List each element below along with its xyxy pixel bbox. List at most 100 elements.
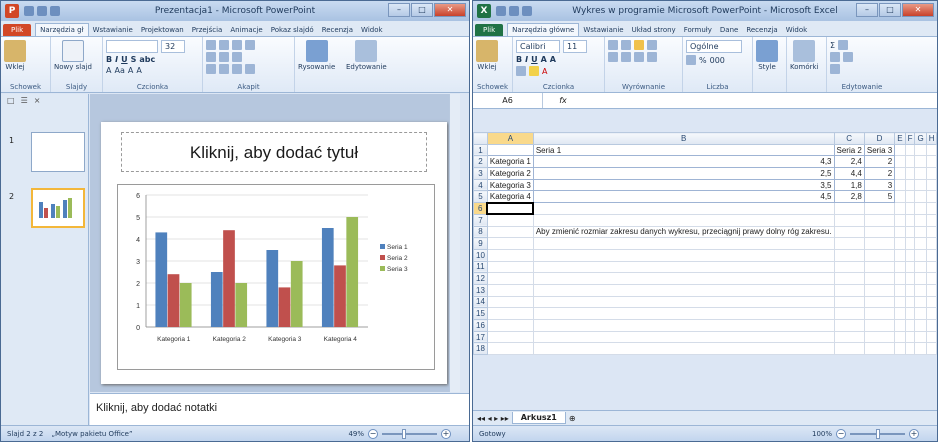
cell[interactable] bbox=[894, 237, 906, 250]
zoom-level[interactable]: 49% bbox=[348, 430, 364, 438]
cell[interactable]: 2,5 bbox=[532, 167, 835, 180]
cell[interactable] bbox=[904, 167, 916, 180]
cell[interactable] bbox=[532, 295, 835, 309]
borders-icon[interactable] bbox=[516, 66, 526, 76]
change-case-button[interactable]: Aa bbox=[114, 66, 124, 75]
shadow-button[interactable]: S bbox=[131, 55, 137, 64]
cell[interactable]: 1,8 bbox=[833, 178, 865, 192]
cell[interactable] bbox=[914, 248, 927, 262]
cell[interactable] bbox=[925, 283, 937, 297]
cell[interactable] bbox=[925, 237, 937, 250]
cell[interactable] bbox=[925, 143, 937, 157]
row-header[interactable]: 15 bbox=[473, 307, 488, 320]
cell[interactable] bbox=[894, 342, 906, 356]
font-name-box[interactable]: Calibri bbox=[516, 40, 560, 53]
fill-color-icon[interactable] bbox=[529, 66, 539, 76]
name-box[interactable]: A6 bbox=[473, 93, 543, 108]
formula-input[interactable] bbox=[583, 93, 937, 108]
tab-review[interactable]: Recenzja bbox=[742, 24, 781, 36]
bold-button[interactable]: B bbox=[106, 55, 112, 64]
bar-2-4[interactable] bbox=[334, 265, 346, 327]
bar-3-1[interactable] bbox=[179, 283, 192, 327]
row-header[interactable]: 17 bbox=[473, 330, 488, 344]
cell-table[interactable]: ABCDEFGHI1Seria 1Seria 2Seria 32Kategori… bbox=[473, 132, 937, 356]
cell[interactable] bbox=[486, 143, 534, 157]
cell[interactable]: 4,4 bbox=[833, 167, 865, 180]
font-color-button[interactable]: A bbox=[106, 66, 111, 75]
zoom-out-icon[interactable]: − bbox=[836, 429, 846, 439]
cell[interactable] bbox=[486, 330, 534, 344]
bar-1-2[interactable] bbox=[210, 272, 223, 327]
cell[interactable] bbox=[904, 237, 916, 250]
grow-font-button[interactable]: A bbox=[128, 66, 133, 75]
cell[interactable] bbox=[863, 342, 896, 356]
align-middle-icon[interactable] bbox=[621, 40, 631, 50]
zoom-in-icon[interactable]: + bbox=[909, 429, 919, 439]
cell[interactable] bbox=[833, 202, 865, 215]
cell[interactable] bbox=[532, 237, 835, 250]
align-top-icon[interactable] bbox=[608, 40, 618, 50]
bar-chart[interactable]: 0 1 2 3 4 5 6 Kategoria 1 Kategoria 2 Kategoria 3… bbox=[118, 185, 434, 369]
zoom-out-icon[interactable]: − bbox=[368, 429, 378, 439]
fill-icon[interactable] bbox=[830, 52, 840, 62]
sheet-tab-arkusz1[interactable]: Arkusz1 bbox=[511, 412, 566, 424]
column-header[interactable]: C bbox=[833, 132, 865, 145]
cell[interactable] bbox=[894, 260, 906, 274]
justify-icon[interactable] bbox=[245, 64, 255, 74]
cell[interactable] bbox=[904, 342, 916, 356]
bar-1-4[interactable] bbox=[321, 228, 334, 327]
minimize-button[interactable]: – bbox=[856, 3, 878, 17]
cell[interactable] bbox=[904, 260, 916, 274]
cell[interactable] bbox=[863, 248, 896, 262]
cell[interactable] bbox=[925, 225, 937, 239]
tab-review[interactable]: Recenzja bbox=[318, 24, 357, 36]
cell[interactable] bbox=[904, 155, 916, 169]
cell[interactable] bbox=[914, 202, 927, 215]
cell[interactable]: 5 bbox=[863, 190, 896, 204]
shrink-font-button[interactable]: A bbox=[136, 66, 141, 75]
percent-button[interactable]: % bbox=[699, 56, 707, 65]
tab-animations[interactable]: Animacje bbox=[226, 24, 266, 36]
row-header[interactable]: 12 bbox=[473, 272, 488, 285]
sheet-nav-icon[interactable]: ◂◂ ◂ ▸ ▸▸ bbox=[477, 414, 509, 423]
font-size-box[interactable]: 11 bbox=[563, 40, 587, 53]
sort-filter-icon[interactable] bbox=[838, 40, 849, 50]
cell[interactable] bbox=[894, 319, 906, 332]
cell[interactable] bbox=[904, 295, 916, 309]
cell[interactable] bbox=[914, 307, 927, 320]
cell[interactable] bbox=[914, 330, 927, 344]
cell[interactable] bbox=[914, 237, 927, 250]
text-direction-icon[interactable] bbox=[232, 52, 242, 62]
cell[interactable] bbox=[904, 283, 916, 297]
row-header[interactable]: 11 bbox=[473, 260, 488, 274]
select-all-corner[interactable] bbox=[473, 132, 488, 145]
cell[interactable] bbox=[894, 178, 906, 192]
cell[interactable]: Kategoria 2 bbox=[486, 167, 534, 180]
column-header[interactable]: D bbox=[863, 132, 896, 145]
row-header[interactable]: 7 bbox=[473, 213, 488, 227]
notes-pane[interactable]: Kliknij, aby dodać notatki bbox=[90, 393, 469, 426]
autosum-button[interactable]: Σ bbox=[830, 41, 835, 50]
italic-button[interactable]: I bbox=[115, 55, 118, 64]
cell[interactable] bbox=[894, 248, 906, 262]
bar-2-3[interactable] bbox=[278, 287, 291, 327]
cell[interactable] bbox=[486, 260, 534, 274]
cell[interactable] bbox=[833, 330, 865, 344]
cell[interactable] bbox=[894, 225, 906, 239]
cell[interactable] bbox=[914, 283, 927, 297]
cell[interactable] bbox=[863, 283, 896, 297]
currency-icon[interactable] bbox=[686, 55, 696, 65]
cell[interactable] bbox=[833, 237, 865, 250]
cell[interactable] bbox=[925, 272, 937, 285]
row-header[interactable]: 4 bbox=[473, 178, 488, 192]
cell[interactable] bbox=[914, 167, 927, 180]
cell[interactable]: 3 bbox=[863, 178, 896, 192]
cell[interactable] bbox=[863, 295, 896, 309]
cell[interactable] bbox=[904, 190, 916, 204]
cell[interactable] bbox=[925, 213, 937, 227]
cell[interactable] bbox=[904, 143, 916, 157]
cell[interactable] bbox=[925, 202, 937, 215]
align-center-icon[interactable] bbox=[219, 64, 229, 74]
tab-view[interactable]: Widok bbox=[782, 24, 812, 36]
insert-sheet-icon[interactable]: ⊕ bbox=[569, 414, 576, 423]
